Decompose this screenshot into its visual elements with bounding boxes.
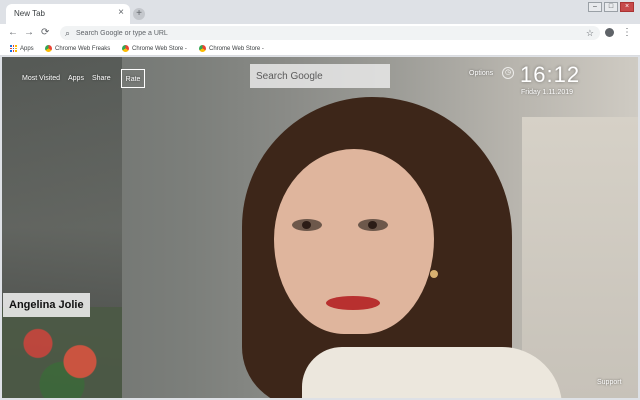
apps-grid-icon xyxy=(10,45,17,52)
support-link[interactable]: Support xyxy=(597,379,622,386)
options-link[interactable]: Options xyxy=(469,70,493,77)
new-tab-button[interactable]: + xyxy=(133,8,145,20)
bookmark-apps[interactable]: Apps xyxy=(10,43,34,54)
close-window-button[interactable]: × xyxy=(620,2,634,12)
profile-avatar-icon[interactable] xyxy=(605,28,614,37)
bookmark-chrome-web-store-1[interactable]: Chrome Web Store - xyxy=(122,43,187,54)
chrome-web-store-icon xyxy=(122,45,129,52)
new-tab-page: Most Visited Apps Share Rate Options ◷ 1… xyxy=(2,57,638,398)
clock-settings-icon[interactable]: ◷ xyxy=(502,67,514,79)
tab-new-tab[interactable]: New Tab × xyxy=(6,4,130,24)
ntp-nav: Most Visited Apps Share Rate xyxy=(18,69,146,88)
forward-arrow-icon[interactable]: → xyxy=(24,26,34,39)
reload-icon[interactable]: ⟳ xyxy=(41,26,49,39)
bookmark-label: Chrome Web Freaks xyxy=(55,45,111,52)
search-icon: ⌕ xyxy=(65,28,71,38)
wallpaper-caption: Angelina Jolie xyxy=(3,293,90,317)
bookmark-star-icon[interactable]: ☆ xyxy=(586,27,594,39)
bookmarks-bar: Apps Chrome Web Freaks Chrome Web Store … xyxy=(0,41,640,56)
most-visited-link[interactable]: Most Visited xyxy=(18,69,64,88)
bookmark-chrome-web-store-2[interactable]: Chrome Web Store - xyxy=(199,43,264,54)
bookmark-chrome-web-freaks[interactable]: Chrome Web Freaks xyxy=(45,43,110,54)
rate-button[interactable]: Rate xyxy=(120,69,146,88)
bookmark-label: Apps xyxy=(20,45,34,52)
minimize-button[interactable]: – xyxy=(588,2,602,12)
clock-time: 16:12 xyxy=(520,62,581,87)
bookmark-label: Chrome Web Store - xyxy=(132,45,187,52)
address-bar-input[interactable] xyxy=(76,27,576,39)
share-link[interactable]: Share xyxy=(88,69,115,88)
tab-strip: New Tab × + – □ × xyxy=(0,0,640,24)
clock-date: Friday 1.11.2019 xyxy=(521,89,574,96)
chrome-web-store-icon xyxy=(199,45,206,52)
tab-close-icon[interactable]: × xyxy=(118,7,124,19)
window-frame-left xyxy=(0,57,2,400)
browser-toolbar: ← → ⟳ ⌕ ☆ ⋮ xyxy=(0,24,640,41)
maximize-button[interactable]: □ xyxy=(604,2,618,12)
menu-kebab-icon[interactable]: ⋮ xyxy=(622,26,632,39)
chrome-web-store-icon xyxy=(45,45,52,52)
ntp-search-input[interactable] xyxy=(250,64,390,88)
omnibox[interactable]: ⌕ ☆ xyxy=(60,26,600,40)
window-controls: – □ × xyxy=(588,2,634,12)
back-arrow-icon[interactable]: ← xyxy=(8,26,18,39)
tab-title: New Tab xyxy=(14,9,45,18)
bookmark-label: Chrome Web Store - xyxy=(209,45,264,52)
apps-link[interactable]: Apps xyxy=(64,69,88,88)
